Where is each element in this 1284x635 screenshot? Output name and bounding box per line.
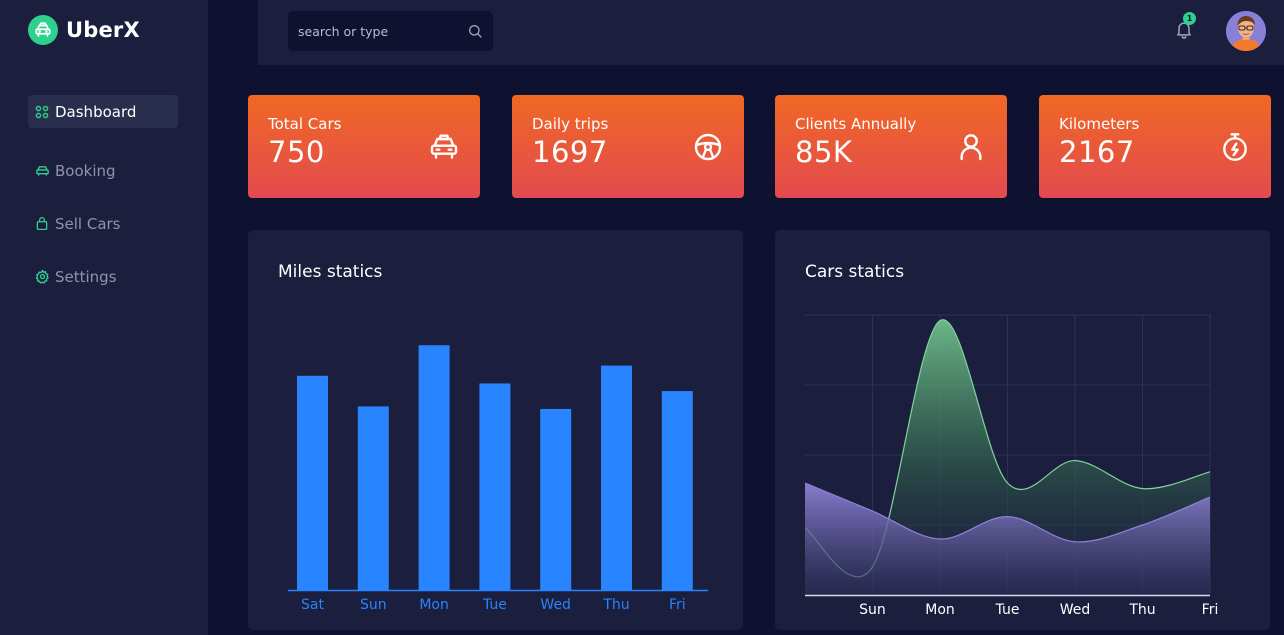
miles-bar-chart: Sat Sun Mon Tue Wed Thu Fri	[288, 345, 708, 613]
search-icon[interactable]	[467, 23, 483, 39]
bar-fri	[661, 391, 693, 590]
user-icon	[955, 131, 987, 163]
x-tick-label: Sat	[301, 597, 324, 613]
sidebar-item-label: Sell Cars	[55, 214, 121, 233]
cars-area-chart: Sun Mon Tue Wed Thu Fri	[804, 314, 1219, 618]
search-box	[288, 11, 493, 51]
bar-tue	[479, 383, 511, 590]
x-tick-label: Thu	[602, 597, 629, 613]
avatar[interactable]	[1226, 11, 1266, 51]
sidebar: UberX Dashboard Booking Sell Cars Settin…	[0, 0, 208, 635]
notification-bell-icon[interactable]: 1	[1174, 12, 1196, 40]
x-tick-label: Wed	[540, 597, 571, 613]
sidebar-item-booking[interactable]: Booking	[28, 154, 178, 187]
sidebar-item-dashboard[interactable]: Dashboard	[28, 95, 178, 128]
taxi-icon	[28, 15, 58, 45]
bag-icon	[34, 216, 50, 232]
bar-mon	[418, 345, 450, 590]
sidebar-item-settings[interactable]: Settings	[28, 260, 178, 293]
taxi-icon	[428, 131, 460, 163]
sidebar-item-sell-cars[interactable]: Sell Cars	[28, 207, 178, 240]
x-tick-label: Sun	[360, 597, 387, 613]
x-tick-label: Mon	[925, 602, 955, 618]
x-tick-label: Fri	[1202, 602, 1219, 618]
car-icon	[34, 163, 50, 179]
x-tick-label: Thu	[1128, 602, 1155, 618]
x-tick-label: Wed	[1060, 602, 1091, 618]
stat-card-total-cars: Total Cars 750	[248, 95, 480, 198]
sidebar-item-label: Booking	[55, 161, 116, 180]
x-tick-label: Fri	[669, 597, 686, 613]
stat-card-daily-trips: Daily trips 1697	[512, 95, 744, 198]
notification-badge: 1	[1183, 12, 1196, 25]
x-tick-label: Tue	[995, 602, 1020, 618]
search-input[interactable]	[298, 23, 467, 39]
x-tick-label: Mon	[419, 597, 449, 613]
stopwatch-icon	[1219, 131, 1251, 163]
bar-thu	[601, 365, 632, 590]
brand[interactable]: UberX	[28, 15, 140, 45]
sidebar-item-label: Settings	[55, 267, 117, 286]
x-tick-label: Tue	[482, 597, 507, 613]
bar-wed	[540, 408, 572, 590]
stat-card-clients-annually: Clients Annually 85K	[775, 95, 1007, 198]
miles-statics-panel: Miles statics Sat Sun Mon Tue Wed Thu Fri	[248, 230, 743, 630]
stat-card-kilometers: Kilometers 2167	[1039, 95, 1271, 198]
bar-sat	[297, 375, 328, 590]
bar-sun	[357, 406, 389, 590]
gear-icon	[34, 269, 50, 285]
grid-icon	[34, 104, 50, 120]
sidebar-item-label: Dashboard	[55, 102, 137, 121]
top-bar: 1	[258, 0, 1284, 65]
steering-wheel-icon	[692, 131, 724, 163]
x-tick-label: Sun	[859, 602, 886, 618]
cars-statics-panel: Cars statics Sun Mon Tue Wed Thu Fri	[775, 230, 1270, 630]
brand-name: UberX	[66, 18, 140, 42]
sidebar-nav: Dashboard Booking Sell Cars Settings	[28, 95, 178, 293]
